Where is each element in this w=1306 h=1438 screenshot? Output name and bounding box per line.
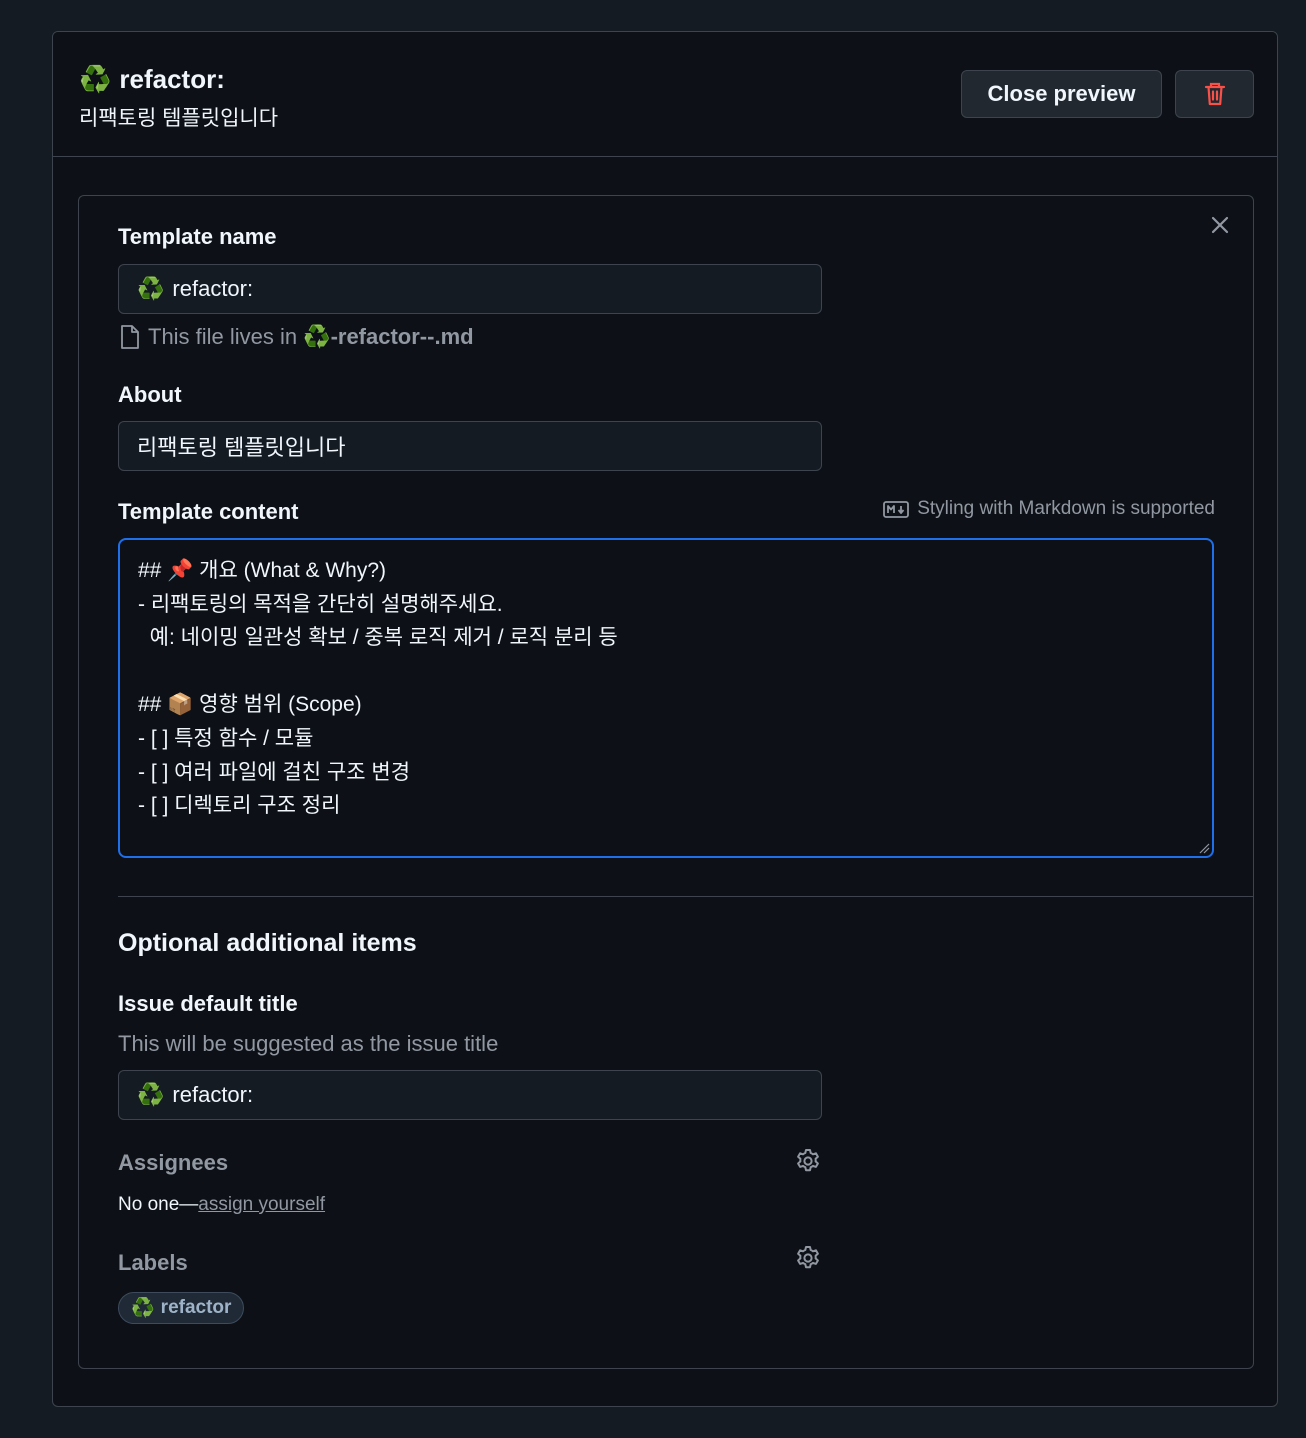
close-icon[interactable] [1209,214,1231,236]
recycle-icon: ♻️ [137,1082,165,1107]
content-line: 예: 네이밍 일관성 확보 / 중복 로직 제거 / 로직 분리 등 [138,626,618,650]
assignees-label: Assignees [118,1150,229,1175]
recycle-icon: ♻️ [79,64,112,94]
file-icon [121,325,139,349]
recycle-icon: ♻️ [303,324,331,349]
file-location-hint: This file lives in ♻️ -refactor--.md [118,324,474,350]
template-name-label: Template name [118,224,277,249]
file-name: -refactor--.md [330,324,474,349]
about-value: 리팩토링 템플릿입니다 [137,435,346,460]
template-header: ♻️ refactor: 리팩토링 템플릿입니다 Close preview [53,32,1277,157]
label-name: refactor [160,1297,232,1318]
issue-default-title-label: Issue default title [118,991,298,1016]
issue-title-input[interactable]: ♻️ refactor: [118,1070,822,1120]
content-line: - [ ] 여러 파일에 걸친 구조 변경 [138,760,411,784]
content-line: - 리팩토링의 목적을 간단히 설명해주세요. [138,592,503,616]
assign-yourself-link[interactable]: assign yourself [198,1194,325,1215]
issue-title-value: refactor: [172,1082,254,1107]
file-hint-prefix: This file lives in [148,324,298,349]
gear-icon[interactable] [795,1148,821,1174]
assignees-none: No one— [118,1194,199,1215]
about-label: About [118,382,182,407]
content-line [138,655,1194,689]
gear-icon[interactable] [795,1245,821,1271]
template-name-input[interactable]: ♻️ refactor: [118,264,822,314]
template-subtitle: 리팩토링 템플릿입니다 [79,107,279,130]
close-preview-button[interactable]: Close preview [961,70,1162,118]
trash-icon [1204,82,1225,106]
template-content-textarea[interactable]: ## 📌 개요 (What & Why?) - 리팩토링의 목적을 간단히 설명… [118,538,1214,858]
optional-items-heading: Optional additional items [118,929,417,957]
content-line: - [ ] 특정 함수 / 모듈 [138,726,314,750]
content-line: - [ ] 디렉토리 구조 정리 [138,794,341,818]
template-name-value: refactor: [172,276,254,301]
template-form: Template name ♻️ refactor: This file liv… [78,195,1254,1369]
content-line: ## 📌 개요 (What & Why?) [138,559,387,582]
section-divider [118,896,1253,897]
delete-template-button[interactable] [1175,70,1254,118]
content-line: ## 📦 영향 범위 (Scope) [138,693,362,717]
template-content-label: Template content [118,499,299,524]
template-title-text: refactor: [119,64,225,94]
markdown-note[interactable]: Styling with Markdown is supported [883,498,1215,520]
assignees-value: No one—assign yourself [118,1194,325,1216]
markdown-note-text: Styling with Markdown is supported [917,498,1215,519]
markdown-icon [883,500,910,518]
label-pill-refactor[interactable]: ♻️ refactor [118,1292,245,1324]
template-title: ♻️ refactor: [79,64,225,95]
recycle-icon: ♻️ [137,276,165,301]
recycle-icon: ♻️ [131,1298,155,1319]
template-editor-panel: ♻️ refactor: 리팩토링 템플릿입니다 Close preview T… [52,31,1278,1407]
resize-handle-icon[interactable] [1198,842,1210,854]
labels-label: Labels [118,1250,188,1275]
about-input[interactable]: 리팩토링 템플릿입니다 [118,421,822,471]
issue-title-hint: This will be suggested as the issue titl… [118,1031,499,1056]
